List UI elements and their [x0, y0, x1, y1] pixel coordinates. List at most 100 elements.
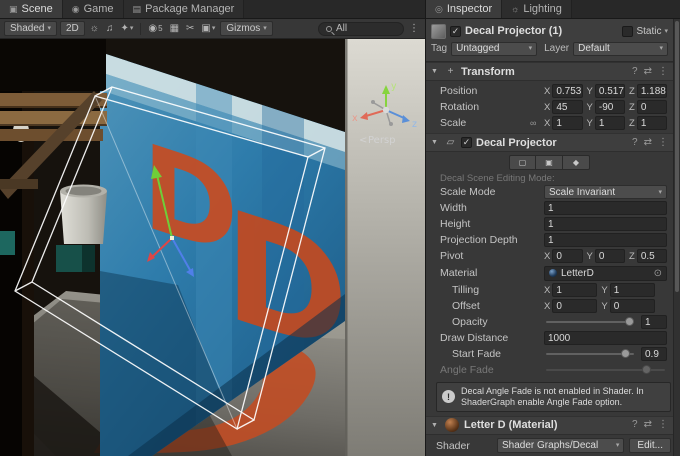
- edit-scale-mode-button[interactable]: [509, 155, 536, 170]
- tiling-y-field[interactable]: 1: [610, 283, 655, 297]
- opacity-field[interactable]: 1: [641, 315, 667, 329]
- y-axis-label[interactable]: Y: [587, 251, 593, 262]
- start-fade-field[interactable]: 0.9: [641, 347, 667, 361]
- gameobject-header: Decal Projector (1) Static Tag Untagged …: [426, 19, 673, 62]
- rotation-row: Rotation X 45 Y -90 Z 0: [426, 99, 673, 115]
- position-y-field[interactable]: 0.517: [595, 84, 625, 98]
- persp-toggle[interactable]: < Persp: [359, 135, 396, 146]
- rotation-z-field[interactable]: 0: [637, 100, 667, 114]
- component-enabled-checkbox[interactable]: [461, 137, 472, 148]
- presets-icon[interactable]: [644, 420, 652, 430]
- z-axis-label[interactable]: Z: [629, 118, 635, 129]
- pivot-y-field[interactable]: 0: [595, 249, 625, 263]
- tab-lighting[interactable]: Lighting: [502, 0, 572, 18]
- chevron-down-icon: [664, 28, 668, 35]
- tab-scene[interactable]: Scene: [0, 0, 63, 18]
- effects-dropdown[interactable]: [118, 21, 135, 36]
- layer-dropdown[interactable]: Default: [573, 42, 668, 56]
- scene-visibility-toggle[interactable]: 5: [146, 21, 164, 36]
- lighting-toggle-icon[interactable]: [88, 21, 101, 36]
- x-axis-label[interactable]: X: [544, 86, 550, 97]
- help-icon[interactable]: [632, 420, 638, 430]
- kebab-menu-icon[interactable]: [658, 138, 668, 148]
- x-axis-label[interactable]: X: [544, 251, 550, 262]
- uniform-scale-link-icon[interactable]: [530, 118, 544, 128]
- z-axis-label[interactable]: Z: [629, 86, 635, 97]
- scale-z-field[interactable]: 1: [637, 116, 667, 130]
- angle-fade-label: Angle Fade: [440, 364, 544, 376]
- scene-viewport[interactable]: D D D: [0, 39, 425, 456]
- offset-x-field[interactable]: 0: [552, 299, 597, 313]
- y-axis-label[interactable]: Y: [587, 118, 593, 129]
- x-axis-label[interactable]: X: [544, 118, 550, 129]
- y-axis-label[interactable]: Y: [601, 285, 607, 296]
- tab-package-manager[interactable]: Package Manager: [124, 0, 245, 18]
- unity-editor: Scene Game Package Manager Shaded 2D: [0, 0, 680, 456]
- rotation-x-field[interactable]: 45: [552, 100, 582, 114]
- kebab-menu-icon[interactable]: [658, 420, 668, 430]
- tab-game[interactable]: Game: [63, 0, 124, 18]
- tiling-label: Tilling: [440, 284, 544, 296]
- foldout-icon[interactable]: [431, 68, 440, 75]
- static-checkbox[interactable]: [622, 26, 633, 37]
- edit-pivot-mode-button[interactable]: [563, 155, 590, 170]
- inspector-tabbar: Inspector Lighting: [426, 0, 680, 19]
- material-object-field[interactable]: LetterD: [544, 266, 667, 281]
- y-axis-label[interactable]: Y: [587, 86, 593, 97]
- z-axis-label[interactable]: Z: [629, 102, 635, 113]
- grid-settings-button[interactable]: [168, 21, 181, 36]
- inspector-scrollbar[interactable]: [673, 19, 680, 456]
- draw-mode-dropdown[interactable]: Shaded: [4, 21, 57, 36]
- opacity-slider[interactable]: [544, 315, 636, 329]
- pivot-x-field[interactable]: 0: [552, 249, 582, 263]
- x-axis-label[interactable]: X: [544, 301, 550, 312]
- tiling-x-field[interactable]: 1: [552, 283, 597, 297]
- y-axis-label[interactable]: Y: [601, 301, 607, 312]
- offset-y-field[interactable]: 0: [610, 299, 655, 313]
- presets-icon[interactable]: [644, 138, 652, 148]
- object-picker-icon[interactable]: [654, 268, 662, 279]
- more-options-icon[interactable]: [407, 21, 421, 36]
- help-icon[interactable]: [632, 138, 638, 148]
- decal-projector-header[interactable]: Decal Projector: [426, 133, 673, 152]
- kebab-menu-icon[interactable]: [658, 67, 668, 77]
- draw-distance-field[interactable]: 1000: [544, 331, 667, 345]
- y-axis-label[interactable]: Y: [587, 102, 593, 113]
- foldout-icon[interactable]: [431, 139, 440, 146]
- audio-toggle-icon[interactable]: [104, 21, 116, 36]
- foldout-icon[interactable]: [431, 422, 440, 429]
- width-field[interactable]: 1: [544, 201, 667, 215]
- static-dropdown[interactable]: Static: [622, 26, 668, 37]
- scale-x-field[interactable]: 1: [552, 116, 582, 130]
- transform-header[interactable]: + Transform: [426, 62, 673, 81]
- active-checkbox[interactable]: [450, 26, 461, 37]
- edit-crop-mode-button[interactable]: [536, 155, 563, 170]
- inspector-content: Decal Projector (1) Static Tag Untagged …: [426, 19, 680, 456]
- shader-dropdown[interactable]: Shader Graphs/Decal: [497, 438, 624, 453]
- scale-y-field[interactable]: 1: [595, 116, 625, 130]
- z-axis-label[interactable]: Z: [629, 251, 635, 262]
- component-tools-icon[interactable]: [184, 21, 196, 36]
- x-axis-label[interactable]: X: [544, 102, 550, 113]
- scene-search-input[interactable]: All: [318, 22, 404, 36]
- gizmos-dropdown[interactable]: Gizmos: [220, 21, 272, 36]
- scrollbar-thumb[interactable]: [675, 21, 679, 292]
- pivot-z-field[interactable]: 0.5: [637, 249, 667, 263]
- rotation-y-field[interactable]: -90: [595, 100, 625, 114]
- edit-shader-button[interactable]: Edit...: [629, 438, 671, 453]
- material-inspector-header[interactable]: Letter D (Material): [426, 416, 673, 435]
- gameobject-name[interactable]: Decal Projector (1): [465, 25, 618, 37]
- help-icon[interactable]: [632, 67, 638, 77]
- 2d-toggle[interactable]: 2D: [60, 21, 85, 36]
- projection-depth-field[interactable]: 1: [544, 233, 667, 247]
- presets-icon[interactable]: [644, 67, 652, 77]
- tab-inspector[interactable]: Inspector: [426, 0, 502, 18]
- scale-mode-dropdown[interactable]: Scale Invariant: [544, 185, 667, 199]
- camera-settings-button[interactable]: [199, 21, 217, 36]
- position-x-field[interactable]: 0.753: [552, 84, 582, 98]
- tag-dropdown[interactable]: Untagged: [451, 42, 537, 56]
- height-field[interactable]: 1: [544, 217, 667, 231]
- position-z-field[interactable]: 1.188: [637, 84, 667, 98]
- start-fade-slider[interactable]: [544, 347, 636, 361]
- x-axis-label[interactable]: X: [544, 285, 550, 296]
